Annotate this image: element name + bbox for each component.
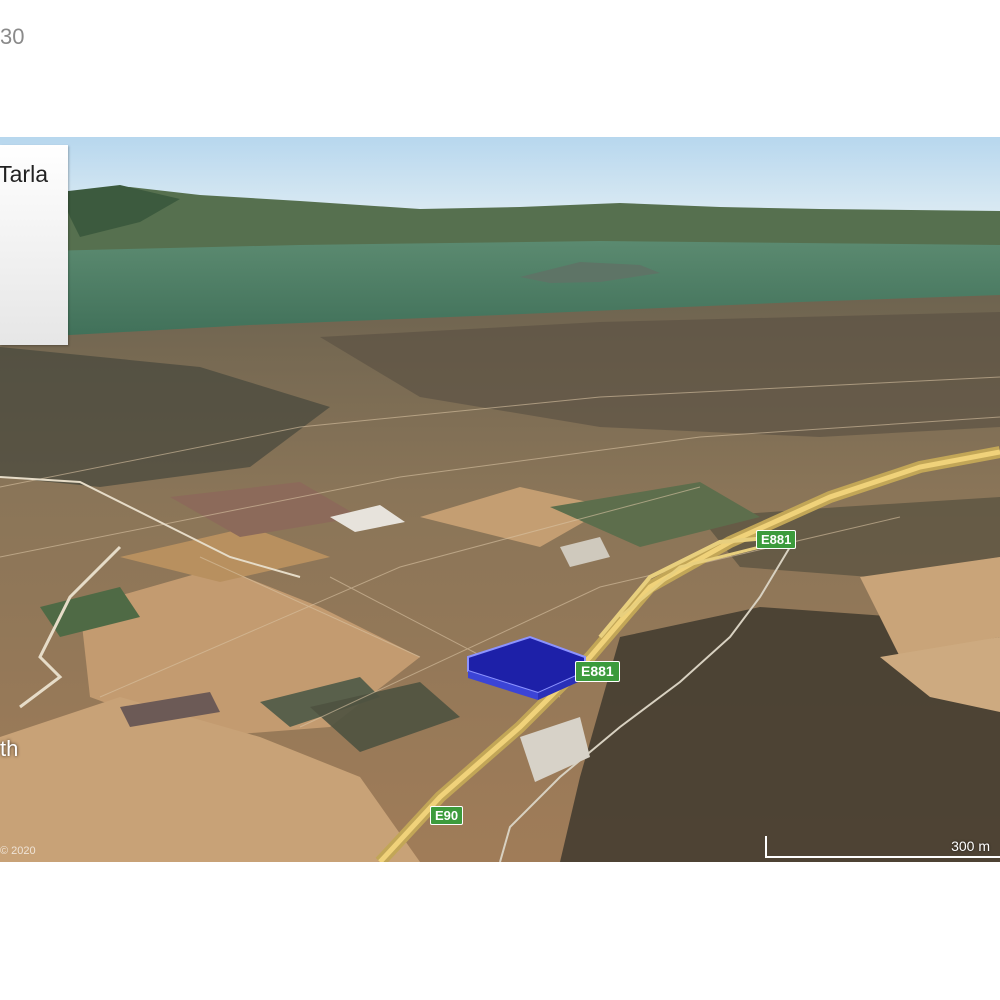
google-earth-logo: th bbox=[0, 736, 19, 761]
imagery-attribution: © 2020 bbox=[0, 845, 36, 857]
road-shield-e881: E881 bbox=[756, 530, 797, 549]
satellite-3d-map[interactable] bbox=[0, 137, 1000, 862]
road-shield-e90: E90 bbox=[430, 806, 464, 825]
placemark-title: Tarla bbox=[0, 161, 48, 187]
road-shield-e881: E881 bbox=[575, 661, 620, 682]
photo-counter: 30 bbox=[0, 24, 25, 49]
scale-line bbox=[765, 856, 1000, 858]
placemark-info-panel[interactable]: Tarla bbox=[0, 145, 68, 345]
scale-label: 300 m bbox=[951, 838, 990, 854]
terrain-view bbox=[0, 137, 1000, 862]
scale-tick bbox=[765, 836, 767, 858]
map-scale-bar: 300 m bbox=[765, 836, 1000, 858]
